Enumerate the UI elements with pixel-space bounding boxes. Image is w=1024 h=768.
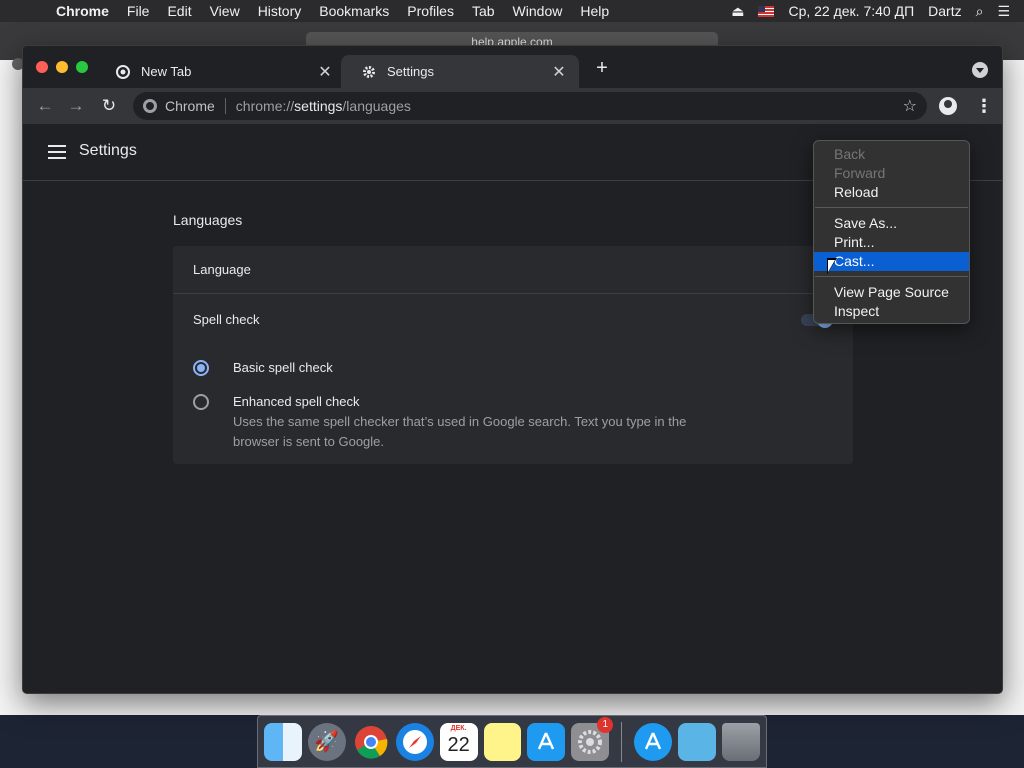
enhanced-spell-check-label: Enhanced spell check	[233, 394, 360, 409]
back-arrow-icon[interactable]: ←	[35, 96, 55, 116]
calendar-day: 22	[447, 734, 470, 756]
window-controls	[36, 61, 88, 73]
menu-item-back[interactable]: Back	[814, 145, 969, 164]
menu-item-view-page-source[interactable]: View Page Source	[814, 283, 969, 302]
finder-icon[interactable]	[264, 722, 302, 761]
section-title: Languages	[173, 212, 243, 228]
menu-separator	[815, 207, 968, 208]
menu-item-save-as[interactable]: Save As...	[814, 214, 969, 233]
languages-card: Language Spell check Basic spell check E…	[173, 246, 853, 464]
input-source-flag-icon[interactable]	[758, 5, 775, 17]
menu-bar: Chrome File Edit View History Bookmarks …	[0, 0, 1024, 22]
spotlight-search-icon[interactable]: ⌕	[976, 3, 984, 20]
forward-arrow-icon[interactable]: →	[66, 96, 86, 116]
address-bar[interactable]: Chrome chrome://settings/languages ☆	[133, 92, 927, 120]
chrome-site-icon	[143, 99, 157, 113]
tab-label: Settings	[387, 64, 434, 79]
basic-spell-check-label: Basic spell check	[233, 360, 333, 375]
close-tab-icon[interactable]: ✕	[317, 62, 333, 82]
dock: 🚀 ДЕК. 22 1	[257, 715, 767, 768]
hamburger-menu-icon[interactable]	[48, 145, 66, 159]
app-store-icon[interactable]	[527, 722, 566, 761]
tab-label: New Tab	[141, 64, 192, 79]
app-store-downloads-icon[interactable]	[634, 722, 673, 761]
notification-badge: 1	[597, 716, 614, 733]
tab-search-icon[interactable]	[972, 62, 988, 78]
safari-icon[interactable]	[395, 722, 434, 761]
language-row[interactable]: Language	[173, 246, 853, 294]
minimize-window-button[interactable]	[56, 61, 68, 73]
site-chip: Chrome	[165, 98, 226, 114]
downloads-folder-icon[interactable]	[678, 722, 717, 761]
menu-item-cast[interactable]: Cast...	[814, 252, 969, 271]
chrome-icon	[115, 64, 131, 80]
menu-item-forward[interactable]: Forward	[814, 164, 969, 183]
bookmark-star-icon[interactable]: ☆	[903, 96, 917, 116]
context-menu: Back Forward Reload Save As... Print... …	[813, 140, 970, 324]
zoom-window-button[interactable]	[76, 61, 88, 73]
gear-icon	[361, 64, 377, 80]
mouse-pointer-icon	[827, 258, 837, 274]
close-window-button[interactable]	[36, 61, 48, 73]
spell-check-label: Spell check	[193, 312, 260, 327]
enhanced-spell-check-description: Uses the same spell checker that’s used …	[233, 414, 687, 449]
tab-strip: New Tab ✕ Settings ✕ +	[23, 46, 1002, 88]
menu-edit[interactable]: Edit	[158, 3, 200, 19]
menu-app-name[interactable]: Chrome	[56, 3, 118, 19]
menu-item-print[interactable]: Print...	[814, 233, 969, 252]
menu-bar-status-area: ⏏ Ср, 22 дек. 7:40 ДП Dartz ⌕ ☰	[731, 3, 1024, 20]
tab-settings[interactable]: Settings ✕	[341, 55, 579, 88]
system-preferences-icon[interactable]: 1	[571, 716, 614, 761]
user-name[interactable]: Dartz	[928, 3, 961, 19]
notes-icon[interactable]	[483, 722, 522, 761]
browser-toolbar: ← → ↻ Chrome chrome://settings/languages…	[23, 88, 1002, 124]
menu-history[interactable]: History	[249, 3, 311, 19]
more-menu-icon[interactable]: ⋮	[975, 96, 993, 116]
tab-new-tab[interactable]: New Tab ✕	[95, 55, 345, 88]
clock[interactable]: Ср, 22 дек. 7:40 ДП	[788, 3, 914, 19]
profile-avatar-icon[interactable]	[939, 97, 957, 115]
menu-window[interactable]: Window	[504, 3, 572, 19]
chrome-dock-icon[interactable]	[352, 723, 390, 761]
menu-tab[interactable]: Tab	[463, 3, 504, 19]
eject-icon[interactable]: ⏏	[731, 3, 744, 20]
menu-bookmarks[interactable]: Bookmarks	[310, 3, 398, 19]
menu-file[interactable]: File	[118, 3, 159, 19]
menu-view[interactable]: View	[201, 3, 249, 19]
calendar-month: ДЕК.	[450, 724, 467, 732]
menu-separator	[815, 276, 968, 277]
menu-item-reload[interactable]: Reload	[814, 183, 969, 202]
enhanced-spell-check-radio[interactable]	[193, 394, 209, 410]
dock-divider	[621, 721, 623, 762]
launchpad-icon[interactable]: 🚀	[307, 722, 346, 761]
menu-help[interactable]: Help	[571, 3, 618, 19]
address-url: chrome://settings/languages	[235, 98, 411, 114]
menu-profiles[interactable]: Profiles	[398, 3, 463, 19]
new-tab-button[interactable]: +	[591, 58, 613, 80]
trash-icon[interactable]	[722, 722, 760, 761]
menu-item-inspect[interactable]: Inspect	[814, 302, 969, 321]
basic-spell-check-radio[interactable]	[193, 360, 209, 376]
calendar-icon[interactable]: ДЕК. 22	[439, 722, 478, 761]
close-tab-icon[interactable]: ✕	[551, 62, 567, 82]
page-title: Settings	[79, 142, 137, 159]
reload-icon[interactable]: ↻	[99, 96, 119, 116]
control-center-icon[interactable]: ☰	[997, 3, 1010, 20]
